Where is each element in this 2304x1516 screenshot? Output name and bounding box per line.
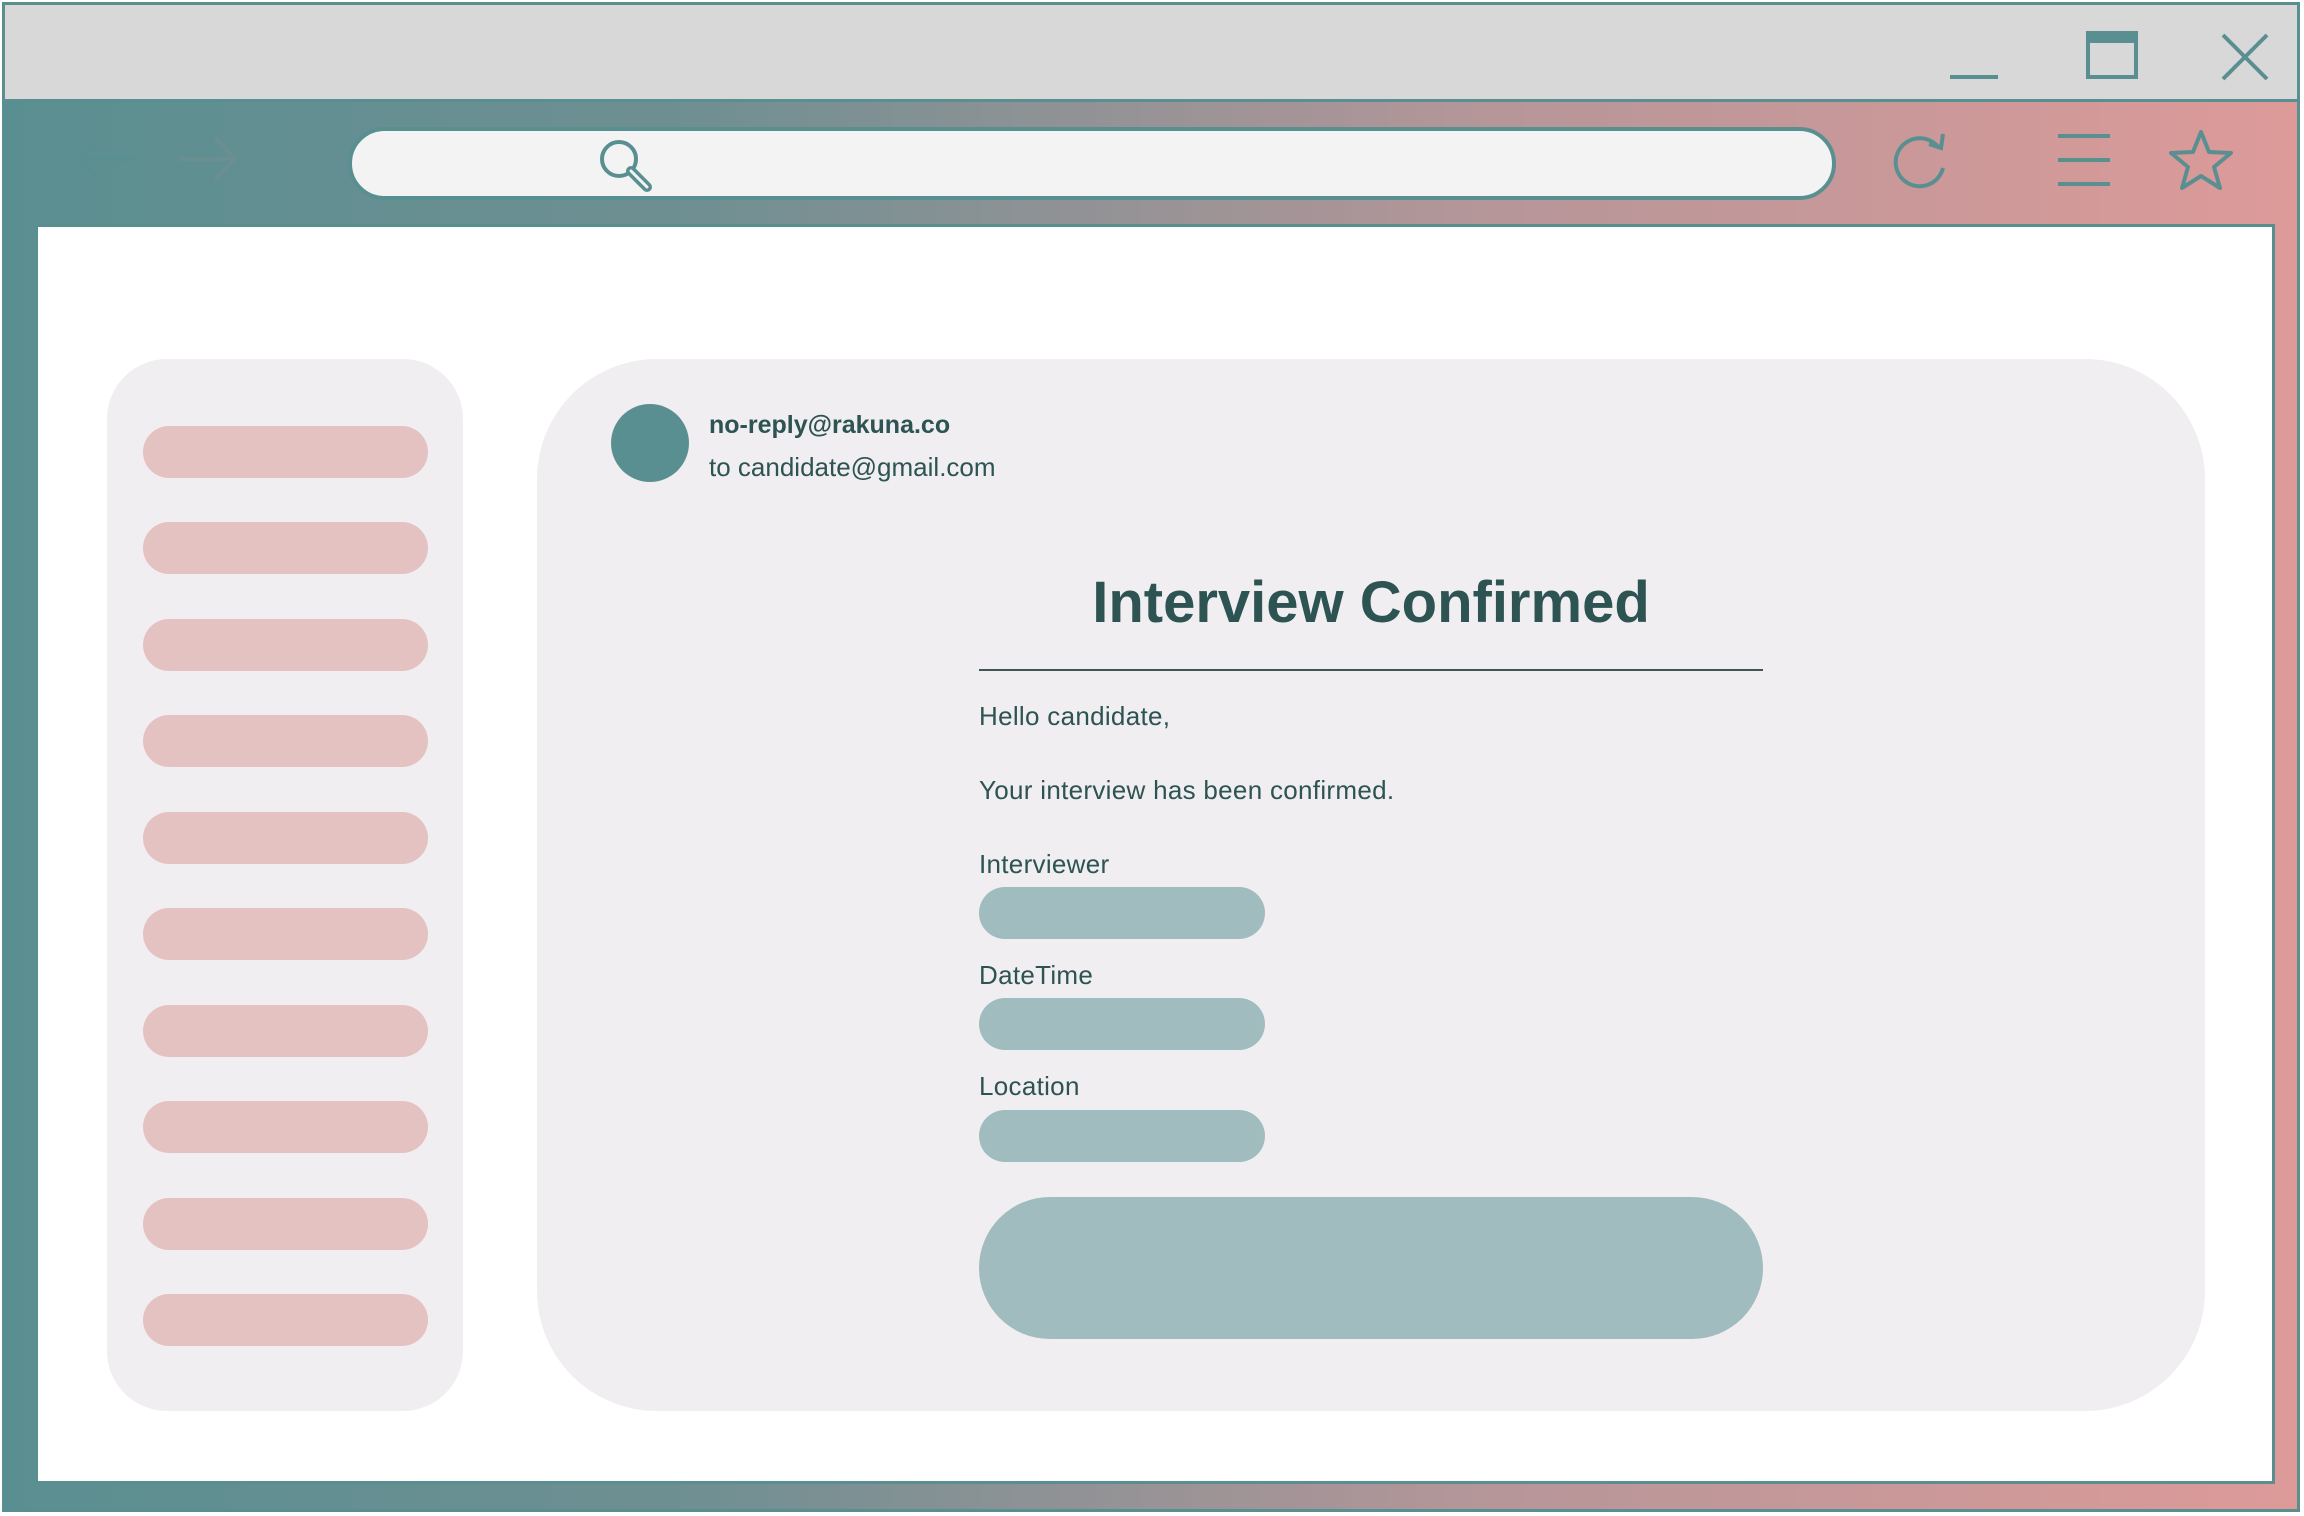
- address-bar[interactable]: [348, 127, 1836, 200]
- sidebar-item[interactable]: [143, 1294, 428, 1346]
- email-card: no-reply@rakuna.co to candidate@gmail.co…: [537, 359, 2205, 1411]
- close-icon[interactable]: [2215, 27, 2275, 87]
- minimize-icon[interactable]: [1944, 27, 2004, 87]
- recipient-email: to candidate@gmail.com: [709, 452, 996, 482]
- interviewer-value: [979, 887, 1265, 939]
- location-value: [979, 1110, 1265, 1162]
- page-content: no-reply@rakuna.co to candidate@gmail.co…: [35, 224, 2275, 1484]
- field-label-location: Location: [979, 1071, 1080, 1101]
- menu-icon[interactable]: [2052, 128, 2116, 192]
- sidebar: [107, 359, 463, 1411]
- sidebar-item[interactable]: [143, 812, 428, 864]
- greeting-text: Hello candidate,: [979, 701, 1171, 731]
- message-text: Your interview has been confirmed.: [979, 775, 1395, 805]
- sidebar-item[interactable]: [143, 619, 428, 671]
- sidebar-item[interactable]: [143, 522, 428, 574]
- reload-icon[interactable]: [1889, 128, 1953, 192]
- star-icon[interactable]: [2169, 128, 2233, 192]
- field-label-datetime: DateTime: [979, 960, 1094, 990]
- browser-toolbar: [5, 102, 2297, 224]
- search-icon: [595, 137, 655, 195]
- sidebar-item[interactable]: [143, 426, 428, 478]
- sidebar-item[interactable]: [143, 1198, 428, 1250]
- sidebar-item[interactable]: [143, 908, 428, 960]
- forward-arrow-icon[interactable]: [175, 132, 241, 186]
- action-button[interactable]: [979, 1197, 1763, 1339]
- maximize-icon[interactable]: [2082, 27, 2142, 87]
- back-arrow-icon[interactable]: [73, 132, 139, 186]
- title-bar: [5, 5, 2297, 102]
- avatar: [611, 404, 689, 482]
- sender-email: no-reply@rakuna.co: [709, 411, 951, 439]
- sidebar-item[interactable]: [143, 1005, 428, 1057]
- sidebar-item[interactable]: [143, 715, 428, 767]
- browser-window: no-reply@rakuna.co to candidate@gmail.co…: [2, 2, 2300, 1512]
- sidebar-item[interactable]: [143, 1101, 428, 1153]
- email-title: Interview Confirmed: [1092, 570, 1650, 635]
- field-label-interviewer: Interviewer: [979, 849, 1110, 879]
- title-divider: [979, 669, 1763, 671]
- datetime-value: [979, 998, 1265, 1050]
